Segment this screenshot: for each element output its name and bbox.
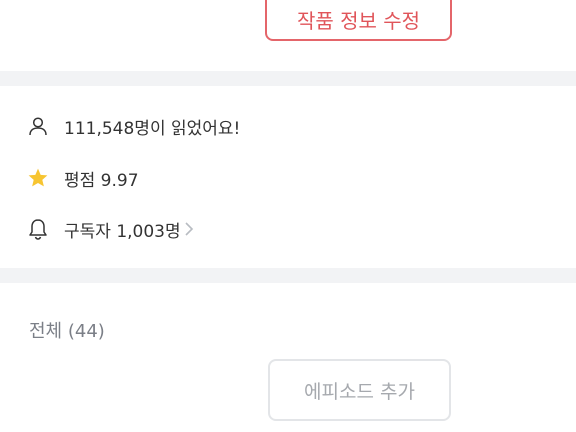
- star-icon: [27, 167, 49, 189]
- subscribers-stat[interactable]: 구독자 1,003명: [0, 214, 576, 244]
- episodes-count-title: 전체 (44): [29, 321, 105, 342]
- work-detail-page: 작품 정보 수정 111,548명이 읽었어요! 평점 9.97 구독자 1,0…: [0, 0, 576, 432]
- add-episode-label: 에피소드 추가: [304, 380, 415, 403]
- rating-stat: 평점 9.97: [0, 163, 576, 193]
- readers-count-text: 111,548명이 읽었어요!: [64, 118, 241, 139]
- edit-work-info-button[interactable]: 작품 정보 수정: [265, 0, 452, 41]
- work-header-section: 작품 정보 수정: [0, 0, 576, 71]
- episodes-section: 전체 (44) 에피소드 추가: [0, 283, 576, 432]
- bell-icon: [27, 218, 49, 240]
- edit-work-info-label: 작품 정보 수정: [296, 9, 421, 33]
- rating-text: 평점 9.97: [64, 170, 139, 191]
- add-episode-button[interactable]: 에피소드 추가: [268, 359, 451, 421]
- chevron-right-icon[interactable]: [183, 221, 195, 237]
- subscribers-count-text: 구독자 1,003명: [64, 221, 181, 242]
- person-icon: [27, 115, 49, 137]
- section-divider: [0, 268, 576, 283]
- readers-stat: 111,548명이 읽었어요!: [0, 111, 576, 141]
- work-stats-section: 111,548명이 읽었어요! 평점 9.97 구독자 1,003명: [0, 86, 576, 268]
- section-divider: [0, 71, 576, 86]
